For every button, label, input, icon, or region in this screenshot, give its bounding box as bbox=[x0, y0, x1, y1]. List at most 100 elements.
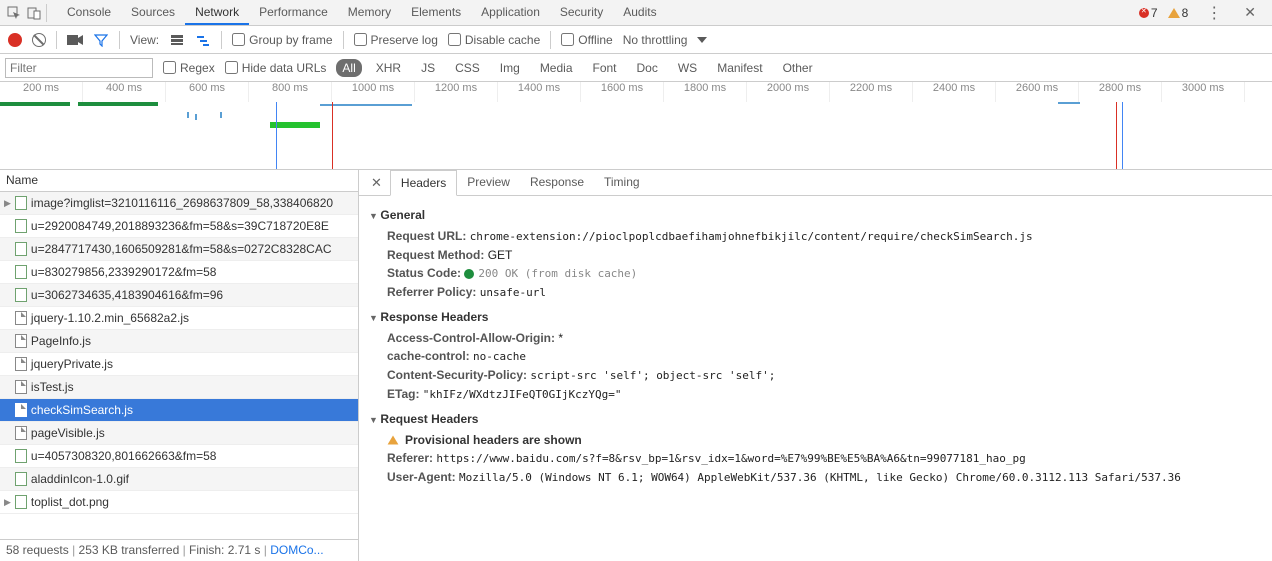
requests-count: 58 requests bbox=[6, 543, 69, 557]
section-general[interactable]: General bbox=[369, 204, 1262, 227]
tab-console[interactable]: Console bbox=[57, 0, 121, 25]
js-file-icon bbox=[15, 311, 27, 325]
request-row[interactable]: ▶u=2920084749,2018893236&fm=58&s=39C7187… bbox=[0, 215, 358, 238]
type-filter-img[interactable]: Img bbox=[494, 59, 526, 77]
network-toolbar: View: Group by frame Preserve log Disabl… bbox=[0, 26, 1272, 54]
request-row[interactable]: ▶pageVisible.js bbox=[0, 422, 358, 445]
timeline-overview[interactable]: 200 ms400 ms600 ms800 ms1000 ms1200 ms14… bbox=[0, 82, 1272, 170]
detail-tab-timing[interactable]: Timing bbox=[594, 170, 650, 195]
large-rows-icon[interactable] bbox=[169, 32, 185, 48]
detail-tab-preview[interactable]: Preview bbox=[457, 170, 520, 195]
finish-time: Finish: 2.71 s bbox=[183, 543, 261, 557]
device-icon[interactable] bbox=[26, 5, 42, 21]
headers-panel: General Request URL: chrome-extension://… bbox=[359, 196, 1272, 561]
type-filter-ws[interactable]: WS bbox=[672, 59, 703, 77]
type-filter-group: All XHR JS CSS Img Media Font Doc WS Manifest Othe… bbox=[336, 59, 818, 77]
js-file-icon bbox=[15, 380, 27, 394]
disable-cache-checkbox[interactable]: Disable cache bbox=[448, 33, 540, 47]
filter-input[interactable] bbox=[5, 58, 153, 78]
chevron-down-icon[interactable] bbox=[697, 37, 707, 43]
request-row[interactable]: ▶jquery-1.10.2.min_65682a2.js bbox=[0, 307, 358, 330]
waterfall-icon[interactable] bbox=[195, 32, 211, 48]
request-row[interactable]: ▶image?imglist=3210116116_2698637809_58,… bbox=[0, 192, 358, 215]
type-filter-xhr[interactable]: XHR bbox=[370, 59, 407, 77]
request-details: ✕ HeadersPreviewResponseTiming General R… bbox=[359, 170, 1272, 561]
status-ok-icon bbox=[464, 269, 474, 279]
detail-tabbar: ✕ HeadersPreviewResponseTiming bbox=[359, 170, 1272, 196]
js-file-icon bbox=[15, 426, 27, 440]
transferred-size: 253 KB transferred bbox=[72, 543, 179, 557]
provisional-warning: Provisional headers are shown bbox=[369, 431, 1262, 449]
request-row[interactable]: ▶u=3062734635,4183904616&fm=96 bbox=[0, 284, 358, 307]
type-filter-media[interactable]: Media bbox=[534, 59, 579, 77]
warning-icon bbox=[388, 436, 399, 445]
preserve-log-checkbox[interactable]: Preserve log bbox=[354, 33, 438, 47]
warning-count[interactable]: 8 bbox=[1168, 6, 1189, 20]
section-response-headers[interactable]: Response Headers bbox=[369, 306, 1262, 329]
section-request-headers[interactable]: Request Headers bbox=[369, 408, 1262, 431]
request-list: Name ▶image?imglist=3210116116_269863780… bbox=[0, 170, 359, 561]
filter-bar: Regex Hide data URLs All XHR JS CSS Img Media… bbox=[0, 54, 1272, 82]
type-filter-js[interactable]: JS bbox=[415, 59, 441, 77]
image-file-icon bbox=[15, 265, 27, 279]
image-file-icon bbox=[15, 472, 27, 486]
image-file-icon bbox=[15, 219, 27, 233]
js-file-icon bbox=[15, 357, 27, 371]
record-button[interactable] bbox=[8, 33, 22, 47]
group-by-frame-checkbox[interactable]: Group by frame bbox=[232, 33, 332, 47]
type-filter-doc[interactable]: Doc bbox=[631, 59, 664, 77]
inspect-icon[interactable] bbox=[6, 5, 22, 21]
network-main: Name ▶image?imglist=3210116116_269863780… bbox=[0, 170, 1272, 561]
image-file-icon bbox=[15, 449, 27, 463]
domcontent-time: DOMCo... bbox=[264, 543, 324, 557]
request-row[interactable]: ▶isTest.js bbox=[0, 376, 358, 399]
type-filter-all[interactable]: All bbox=[336, 59, 361, 77]
detail-tab-headers[interactable]: Headers bbox=[390, 170, 457, 196]
request-row[interactable]: ▶toplist_dot.png bbox=[0, 491, 358, 514]
camera-icon[interactable] bbox=[67, 32, 83, 48]
regex-checkbox[interactable]: Regex bbox=[163, 61, 215, 75]
offline-checkbox[interactable]: Offline bbox=[561, 33, 612, 47]
js-file-icon bbox=[15, 403, 27, 417]
name-column-header[interactable]: Name bbox=[0, 170, 358, 192]
image-file-icon bbox=[15, 495, 27, 509]
tab-security[interactable]: Security bbox=[550, 0, 613, 25]
throttling-select[interactable]: No throttling bbox=[623, 33, 688, 47]
status-bar: 58 requests 253 KB transferred Finish: 2… bbox=[0, 539, 358, 561]
request-row[interactable]: ▶u=4057308320,801662663&fm=58 bbox=[0, 445, 358, 468]
js-file-icon bbox=[15, 334, 27, 348]
clear-button[interactable] bbox=[32, 33, 46, 47]
filter-icon[interactable] bbox=[93, 32, 109, 48]
tab-elements[interactable]: Elements bbox=[401, 0, 471, 25]
view-label: View: bbox=[130, 33, 159, 47]
more-menu-icon[interactable]: ⋮ bbox=[1198, 3, 1230, 23]
request-row[interactable]: ▶checkSimSearch.js bbox=[0, 399, 358, 422]
devtools-tabbar: ConsoleSourcesNetworkPerformanceMemoryEl… bbox=[0, 0, 1272, 26]
hide-data-urls-checkbox[interactable]: Hide data URLs bbox=[225, 61, 327, 75]
tab-sources[interactable]: Sources bbox=[121, 0, 185, 25]
tab-network[interactable]: Network bbox=[185, 0, 249, 25]
separator bbox=[46, 4, 47, 22]
image-file-icon bbox=[15, 288, 27, 302]
request-row[interactable]: ▶jqueryPrivate.js bbox=[0, 353, 358, 376]
request-row[interactable]: ▶PageInfo.js bbox=[0, 330, 358, 353]
error-count[interactable]: 7 bbox=[1139, 6, 1158, 20]
type-filter-manifest[interactable]: Manifest bbox=[711, 59, 768, 77]
request-rows: ▶image?imglist=3210116116_2698637809_58,… bbox=[0, 192, 358, 539]
tab-application[interactable]: Application bbox=[471, 0, 550, 25]
image-file-icon bbox=[15, 196, 27, 210]
type-filter-font[interactable]: Font bbox=[587, 59, 623, 77]
tab-performance[interactable]: Performance bbox=[249, 0, 338, 25]
request-row[interactable]: ▶u=830279856,2339290172&fm=58 bbox=[0, 261, 358, 284]
type-filter-other[interactable]: Other bbox=[777, 59, 819, 77]
image-file-icon bbox=[15, 242, 27, 256]
tab-memory[interactable]: Memory bbox=[338, 0, 401, 25]
request-row[interactable]: ▶aladdinIcon-1.0.gif bbox=[0, 468, 358, 491]
close-icon[interactable]: ✕ bbox=[1234, 4, 1266, 21]
tab-audits[interactable]: Audits bbox=[613, 0, 666, 25]
close-details-icon[interactable]: ✕ bbox=[363, 175, 390, 191]
request-row[interactable]: ▶u=2847717430,1606509281&fm=58&s=0272C83… bbox=[0, 238, 358, 261]
detail-tab-response[interactable]: Response bbox=[520, 170, 594, 195]
panel-tabs: ConsoleSourcesNetworkPerformanceMemoryEl… bbox=[57, 0, 667, 25]
type-filter-css[interactable]: CSS bbox=[449, 59, 486, 77]
